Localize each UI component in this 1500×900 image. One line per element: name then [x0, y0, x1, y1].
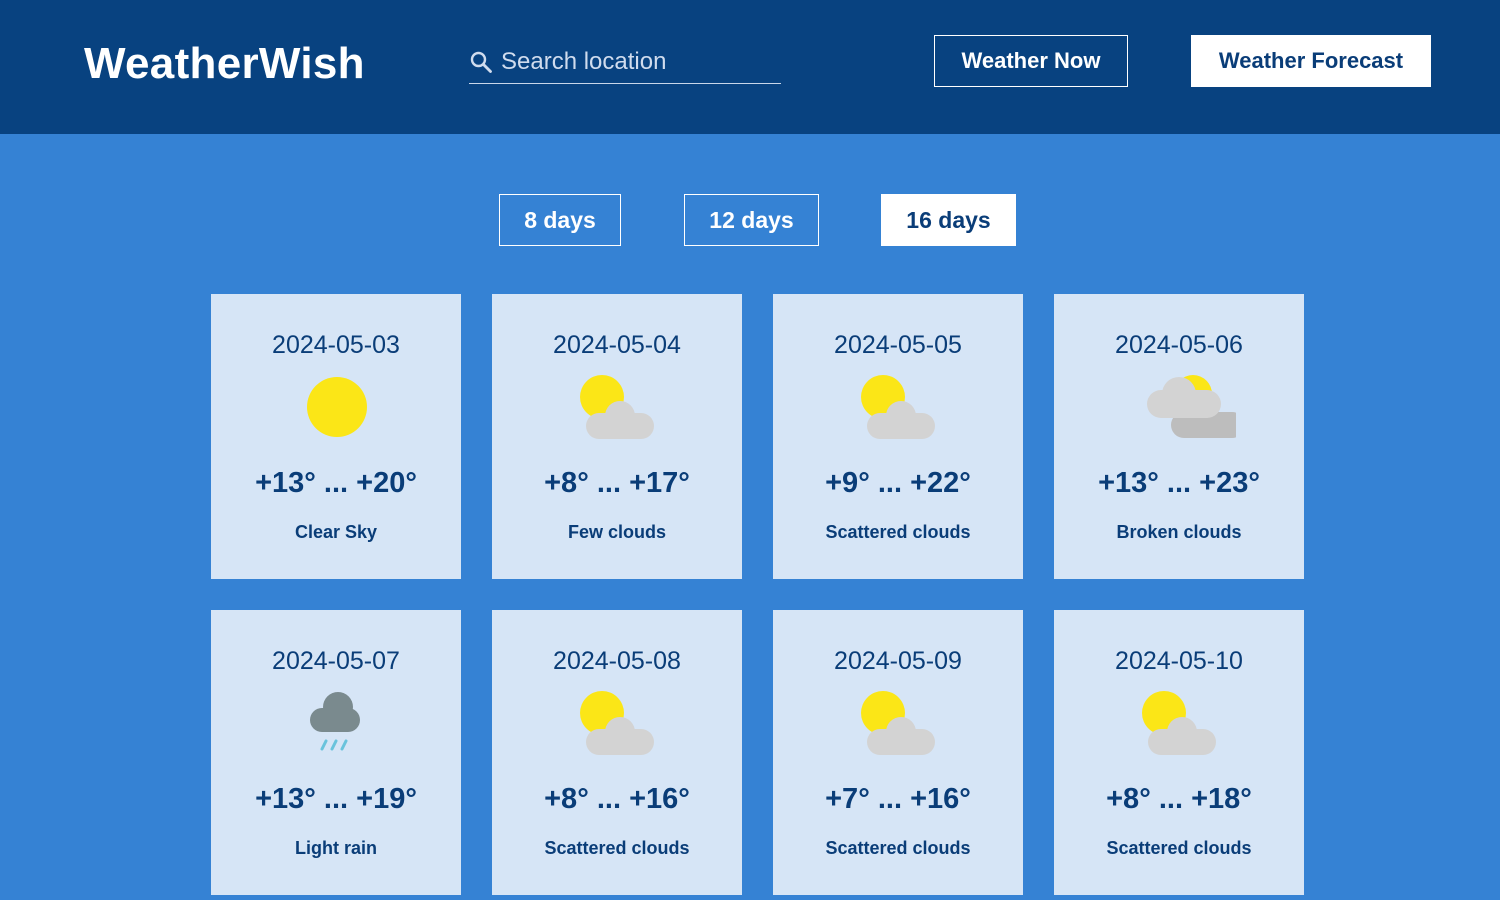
search-box[interactable]	[469, 40, 781, 84]
sun-icon	[307, 377, 367, 437]
card-temperature: +13° ... +23°	[1098, 467, 1260, 499]
card-date: 2024-05-03	[272, 331, 400, 359]
card-description: Light rain	[295, 838, 377, 858]
sun-cloud-icon	[1142, 691, 1216, 755]
card-temperature: +8° ... +16°	[544, 783, 690, 815]
forecast-card: 2024-05-06 +13° ... +23° Broken clouds	[1054, 294, 1304, 579]
card-date: 2024-05-06	[1115, 331, 1243, 359]
weather-forecast-button[interactable]: Weather Forecast	[1191, 35, 1431, 87]
card-date: 2024-05-08	[553, 647, 681, 675]
card-description: Scattered clouds	[825, 838, 971, 858]
sun-cloud-icon	[861, 691, 935, 755]
card-description: Few clouds	[567, 522, 666, 542]
card-temperature: +8° ... +17°	[544, 467, 690, 499]
sun-cloud-icon	[580, 691, 654, 755]
card-date: 2024-05-04	[553, 331, 681, 359]
range-8-days-button[interactable]: 8 days	[499, 194, 621, 246]
card-temperature: +13° ... +19°	[255, 783, 417, 815]
card-description: Scattered clouds	[825, 522, 971, 542]
forecast-card: 2024-05-07 +13° ... +19° Light rain	[211, 610, 461, 895]
card-temperature: +8° ... +18°	[1106, 783, 1252, 815]
range-16-days-button[interactable]: 16 days	[881, 194, 1016, 246]
card-date: 2024-05-05	[834, 331, 962, 359]
forecast-card: 2024-05-08 +8° ... +16° Scattered clouds	[492, 610, 742, 895]
card-temperature: +9° ... +22°	[825, 467, 971, 499]
card-temperature: +7° ... +16°	[825, 783, 971, 815]
weather-now-button[interactable]: Weather Now	[934, 35, 1128, 87]
broken-clouds-icon	[1147, 375, 1236, 438]
forecast-card: 2024-05-04 +8° ... +17° Few clouds	[492, 294, 742, 579]
app-header: WeatherWish Weather Now Weather Forecast	[0, 0, 1500, 134]
search-icon[interactable]	[469, 50, 493, 74]
card-date: 2024-05-10	[1115, 647, 1243, 675]
forecast-card: 2024-05-05 +9° ... +22° Scattered clouds	[773, 294, 1023, 579]
card-description: Clear Sky	[294, 522, 378, 542]
forecast-card: 2024-05-09 +7° ... +16° Scattered clouds	[773, 610, 1023, 895]
app-logo[interactable]: WeatherWish	[84, 38, 365, 90]
card-date: 2024-05-07	[272, 647, 400, 675]
forecast-card: 2024-05-03 +13° ... +20° Clear Sky	[211, 294, 461, 579]
sun-cloud-icon	[861, 375, 935, 439]
rain-cloud-icon	[310, 692, 360, 751]
sun-cloud-icon	[580, 375, 654, 439]
card-description: Broken clouds	[1116, 522, 1242, 542]
card-description: Scattered clouds	[1106, 838, 1252, 858]
search-input[interactable]	[501, 44, 777, 80]
card-date: 2024-05-09	[834, 647, 962, 675]
card-temperature: +13° ... +20°	[255, 467, 417, 499]
card-description: Scattered clouds	[544, 838, 690, 858]
forecast-card: 2024-05-10 +8° ... +18° Scattered clouds	[1054, 610, 1304, 895]
range-12-days-button[interactable]: 12 days	[684, 194, 819, 246]
